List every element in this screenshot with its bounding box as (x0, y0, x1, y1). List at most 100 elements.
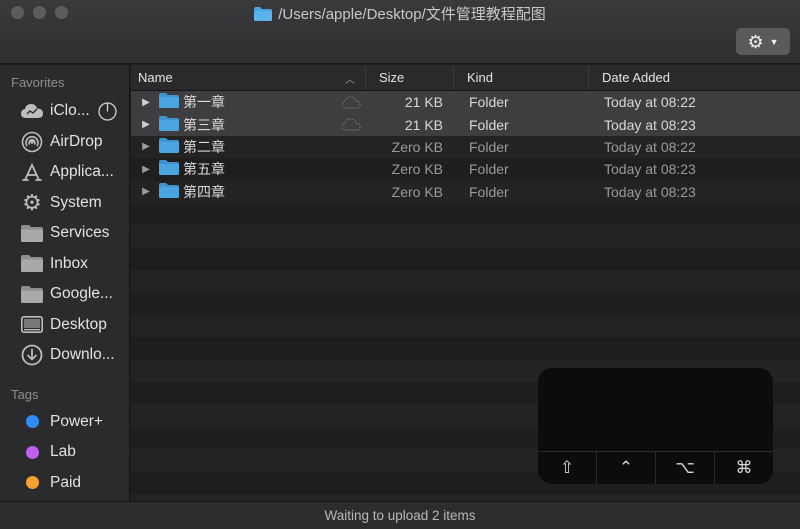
table-row[interactable]: ▶ 第五章 Zero KB Folder Today at 08:23 (131, 158, 800, 180)
table-row[interactable]: ▶ 第一章 21 KB Folder Today at 08:22 (131, 91, 800, 114)
sidebar-tag-power[interactable]: Power+ (0, 407, 129, 438)
sidebar-item-label: Applica... (50, 163, 114, 181)
sidebar-item-google[interactable]: Google... (0, 279, 129, 310)
file-size: Zero KB (391, 161, 443, 178)
sidebar-item-system[interactable]: ⚙ System (0, 188, 129, 219)
table-row[interactable]: ▶ 第三章 21 KB Folder Today at 08:23 (131, 113, 800, 136)
column-header-name[interactable]: Name ︿ (131, 65, 366, 90)
disclosure-triangle-icon[interactable]: ▶ (131, 164, 159, 175)
desktop-icon (20, 314, 44, 336)
sidebar-section-favorites: Favorites (11, 75, 65, 90)
folder-icon (159, 160, 181, 178)
sidebar-item-inbox[interactable]: Inbox (0, 249, 129, 280)
folder-icon (20, 253, 44, 275)
column-header-row: Name ︿ Size Kind Date Added (131, 65, 800, 91)
folder-icon (159, 137, 181, 156)
sidebar-tag-paid[interactable]: Paid (0, 468, 129, 499)
sidebar-item-label: Power+ (50, 412, 103, 430)
column-header-date-added[interactable]: Date Added (589, 65, 800, 90)
column-header-label: Date Added (602, 70, 670, 85)
folder-icon (254, 6, 273, 21)
disclosure-triangle-icon[interactable]: ▶ (131, 119, 159, 130)
window-title: /Users/apple/Desktop/文件管理教程配图 (0, 3, 800, 24)
disclosure-triangle-icon[interactable]: ▶ (131, 141, 159, 152)
gear-icon: ⚙ (747, 31, 764, 52)
status-text: Waiting to upload 2 items (324, 508, 476, 523)
tag-dot-purple (25, 445, 39, 459)
sidebar-item-services[interactable]: Services (0, 218, 129, 249)
sidebar-item-label: Downlo... (50, 346, 115, 364)
cloud-upload-icon (333, 118, 369, 131)
table-row[interactable]: ▶ 第二章 Zero KB Folder Today at 08:22 (131, 136, 800, 158)
sort-ascending-icon: ︿ (345, 75, 355, 86)
sidebar-item-label: Google... (50, 285, 113, 303)
sidebar-item-downloads[interactable]: Downlo... (0, 340, 129, 371)
sidebar-item-icloud[interactable]: iClo... (0, 96, 129, 127)
file-size: Zero KB (391, 183, 443, 200)
file-name: 第四章 (183, 183, 225, 200)
tag-dot-blue (25, 415, 39, 429)
folder-icon (20, 283, 44, 305)
file-name: 第二章 (183, 138, 225, 155)
sidebar-item-desktop[interactable]: Desktop (0, 310, 129, 341)
sidebar-item-label: Desktop (50, 315, 107, 333)
keyboard-viewer-overlay: ⇧ ⌃ ⌥ ⌘ (538, 368, 773, 484)
disclosure-triangle-icon[interactable]: ▶ (131, 186, 159, 197)
file-size: 21 KB (404, 116, 443, 133)
sidebar-item-airdrop[interactable]: AirDrop (0, 127, 129, 158)
tag-color-icon (20, 411, 44, 433)
sidebar-section-tags: Tags (11, 386, 39, 402)
folder-icon (159, 182, 181, 201)
sidebar-item-label: Services (50, 224, 110, 242)
file-date-added: Today at 08:23 (604, 161, 696, 178)
sidebar-item-label: Paid (50, 473, 82, 491)
file-size: Zero KB (391, 138, 443, 155)
window-titlebar: /Users/apple/Desktop/文件管理教程配图 ⚙ ▼ (0, 0, 800, 64)
control-key-icon[interactable]: ⌃ (597, 452, 656, 484)
file-kind: Folder (469, 116, 509, 133)
folder-icon (20, 222, 44, 244)
tag-color-icon (20, 472, 44, 494)
table-row[interactable]: ▶ 第四章 Zero KB Folder Today at 08:23 (131, 181, 800, 203)
shift-key-icon[interactable]: ⇧ (538, 452, 597, 484)
column-header-kind[interactable]: Kind (454, 65, 589, 90)
window-title-text: /Users/apple/Desktop/文件管理教程配图 (278, 6, 546, 23)
file-date-added: Today at 08:22 (604, 94, 696, 111)
folder-icon (159, 93, 181, 111)
modifier-key-row: ⇧ ⌃ ⌥ ⌘ (538, 451, 773, 484)
file-date-added: Today at 08:23 (604, 183, 696, 200)
disclosure-triangle-icon[interactable]: ▶ (131, 97, 159, 108)
tag-color-icon (20, 441, 44, 463)
downloads-icon (20, 344, 44, 366)
file-date-added: Today at 08:22 (604, 138, 696, 155)
file-name: 第三章 (183, 116, 225, 133)
sidebar-item-applications[interactable]: Applica... (0, 157, 129, 188)
column-header-size[interactable]: Size (366, 65, 454, 90)
gear-icon: ⚙ (22, 189, 42, 215)
status-bar: Waiting to upload 2 items (0, 501, 800, 529)
chevron-down-icon: ▼ (769, 36, 779, 47)
sidebar: Favorites iClo... AirDrop Applica... ⚙ S… (0, 65, 130, 501)
sidebar-item-label: Inbox (50, 254, 88, 272)
sidebar-tag-lab[interactable]: Lab (0, 437, 129, 468)
file-kind: Folder (469, 183, 509, 200)
sidebar-item-label: iClo... (50, 102, 90, 120)
sidebar-item-label: System (50, 193, 102, 211)
file-name: 第一章 (183, 94, 225, 111)
file-kind: Folder (469, 161, 509, 178)
command-key-icon[interactable]: ⌘ (715, 452, 773, 484)
option-key-icon[interactable]: ⌥ (656, 452, 715, 484)
icloud-icon (20, 100, 44, 122)
file-size: 21 KB (404, 94, 443, 111)
folder-icon (159, 115, 181, 134)
airdrop-icon (20, 131, 44, 153)
column-header-label: Kind (467, 70, 494, 85)
column-header-label: Name (138, 70, 173, 85)
sidebar-item-label: Lab (50, 443, 76, 461)
file-kind: Folder (469, 94, 509, 111)
column-header-label: Size (379, 70, 405, 85)
applications-icon (20, 161, 44, 183)
tag-dot-orange (25, 476, 39, 490)
cloud-upload-icon (333, 96, 369, 109)
action-menu-button[interactable]: ⚙ ▼ (736, 28, 790, 55)
